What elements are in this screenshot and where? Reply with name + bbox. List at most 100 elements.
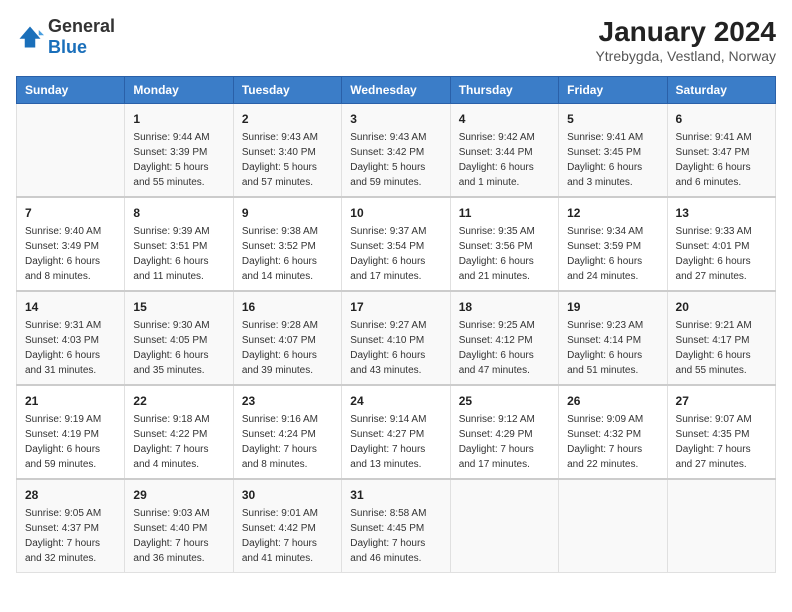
day-info: Sunrise: 9:40 AMSunset: 3:49 PMDaylight:… [25,224,116,284]
title-area: January 2024 Ytrebygda, Vestland, Norway [595,16,776,64]
sunrise: Sunrise: 9:35 AM [459,226,535,237]
sunset: Sunset: 3:45 PM [567,147,641,158]
sunrise: Sunrise: 9:37 AM [350,226,426,237]
daylight: Daylight: 6 hours and 59 minutes. [25,444,100,470]
day-cell: 4Sunrise: 9:42 AMSunset: 3:44 PMDaylight… [450,104,558,198]
day-number: 31 [350,486,441,504]
logo-icon [16,23,44,51]
header-row: Sunday Monday Tuesday Wednesday Thursday… [17,77,776,104]
day-number: 7 [25,204,116,222]
day-number: 27 [676,392,767,410]
sunset: Sunset: 3:59 PM [567,241,641,252]
day-info: Sunrise: 9:43 AMSunset: 3:42 PMDaylight:… [350,130,441,190]
day-cell: 21 Sunrise: 9:19 AM Sunset: 4:19 PM Dayligh… [17,385,125,479]
week-row-2: 14Sunrise: 9:31 AMSunset: 4:03 PMDayligh… [17,291,776,385]
daylight: Daylight: 7 hours and 17 minutes. [459,444,534,470]
sunset: Sunset: 4:32 PM [567,429,641,440]
sunrise: Sunrise: 9:25 AM [459,320,535,331]
daylight: Daylight: 6 hours and 31 minutes. [25,350,100,376]
sunset: Sunset: 3:56 PM [459,241,533,252]
daylight: Daylight: 6 hours and 1 minute. [459,162,534,188]
day-number: 30 [242,486,333,504]
day-cell: 9Sunrise: 9:38 AMSunset: 3:52 PMDaylight… [233,197,341,291]
daylight: Daylight: 6 hours and 17 minutes. [350,256,425,282]
sunrise: Sunrise: 9:03 AM [133,508,209,519]
day-info: Sunrise: 9:33 AMSunset: 4:01 PMDaylight:… [676,224,767,284]
logo-general: General [48,16,115,36]
logo-blue: Blue [48,37,87,57]
sunset: Sunset: 3:54 PM [350,241,424,252]
day-number: 8 [133,204,224,222]
day-number: 5 [567,110,658,128]
day-number: 23 [242,392,333,410]
day-info: Sunrise: 9:14 AMSunset: 4:27 PMDaylight:… [350,412,441,472]
day-info: Sunrise: 9:05 AMSunset: 4:37 PMDaylight:… [25,506,116,566]
day-cell: 16Sunrise: 9:28 AMSunset: 4:07 PMDayligh… [233,291,341,385]
day-info: Sunrise: 9:43 AMSunset: 3:40 PMDaylight:… [242,130,333,190]
day-cell [559,479,667,573]
daylight: Daylight: 6 hours and 55 minutes. [676,350,751,376]
daylight: Daylight: 6 hours and 24 minutes. [567,256,642,282]
sunrise: Sunrise: 9:42 AM [459,132,535,143]
day-cell: 22Sunrise: 9:18 AMSunset: 4:22 PMDayligh… [125,385,233,479]
day-number: 25 [459,392,550,410]
logo: General Blue [16,16,115,58]
sunrise: Sunrise: 9:09 AM [567,414,643,425]
daylight: Daylight: 6 hours and 47 minutes. [459,350,534,376]
day-cell [450,479,558,573]
sunset: Sunset: 4:45 PM [350,523,424,534]
sunset: Sunset: 4:22 PM [133,429,207,440]
sunset: Sunset: 4:29 PM [459,429,533,440]
daylight: Daylight: 6 hours and 3 minutes. [567,162,642,188]
logo-text: General Blue [48,16,115,58]
daylight: Daylight: 7 hours and 8 minutes. [242,444,317,470]
day-info: Sunrise: 9:21 AMSunset: 4:17 PMDaylight:… [676,318,767,378]
day-info: Sunrise: 9:01 AMSunset: 4:42 PMDaylight:… [242,506,333,566]
day-number: 1 [133,110,224,128]
day-info: Sunrise: 9:39 AMSunset: 3:51 PMDaylight:… [133,224,224,284]
day-info: Sunrise: 9:41 AMSunset: 3:47 PMDaylight:… [676,130,767,190]
day-cell: 3 Sunrise: 9:43 AMSunset: 3:42 PMDaylight… [342,104,450,198]
day-info: Sunrise: 9:34 AMSunset: 3:59 PMDaylight:… [567,224,658,284]
sunrise: Sunrise: 9:43 AM [350,132,426,143]
daylight: Daylight: 6 hours and 21 minutes. [459,256,534,282]
day-info: Sunrise: 9:23 AMSunset: 4:14 PMDaylight:… [567,318,658,378]
day-info: Sunrise: 9:35 AM Sunset: 3:56 PM Daylight:… [459,224,550,284]
day-info: Sunrise: 9:18 AMSunset: 4:22 PMDaylight:… [133,412,224,472]
sunset: Sunset: 3:51 PM [133,241,207,252]
sunrise: Sunrise: 9:33 AM [676,226,752,237]
day-info: Sunrise: 8:58 AMSunset: 4:45 PMDaylight:… [350,506,441,566]
sunrise: Sunrise: 9:14 AM [350,414,426,425]
day-info: Sunrise: 9:16 AMSunset: 4:24 PMDaylight:… [242,412,333,472]
daylight: Daylight: 5 hours and 55 minutes. [133,162,208,188]
day-number: 20 [676,298,767,316]
day-number: 24 [350,392,441,410]
sunset: Sunset: 4:19 PM [25,429,99,440]
day-number: 16 [242,298,333,316]
day-info: Sunrise: 9:03 AMSunset: 4:40 PMDaylight:… [133,506,224,566]
sunset: Sunset: 4:14 PM [567,335,641,346]
daylight: Daylight: 5 hours and 59 minutes. [350,162,425,188]
sunrise: Sunrise: 9:40 AM [25,226,101,237]
sunrise: Sunrise: 9:19 AM [25,414,101,425]
daylight: Daylight: 6 hours and 11 minutes. [133,256,208,282]
day-cell: 8 Sunrise: 9:39 AMSunset: 3:51 PMDaylight… [125,197,233,291]
day-cell: 5 Sunrise: 9:41 AM Sunset: 3:45 PM Daylight… [559,104,667,198]
day-number: 10 [350,204,441,222]
header-wednesday: Wednesday [342,77,450,104]
sunrise: Sunrise: 9:28 AM [242,320,318,331]
day-info: Sunrise: 9:25 AMSunset: 4:12 PMDaylight:… [459,318,550,378]
week-row-0: 1Sunrise: 9:44 AMSunset: 3:39 PMDaylight… [17,104,776,198]
sunset: Sunset: 4:05 PM [133,335,207,346]
day-number: 3 [350,110,441,128]
day-cell: 17Sunrise: 9:27 AMSunset: 4:10 PMDayligh… [342,291,450,385]
day-number: 21 [25,392,116,410]
sunrise: Sunrise: 9:43 AM [242,132,318,143]
sunrise: Sunrise: 9:05 AM [25,508,101,519]
day-number: 6 [676,110,767,128]
sunrise: Sunrise: 9:18 AM [133,414,209,425]
sunrise: Sunrise: 9:31 AM [25,320,101,331]
day-cell: 19Sunrise: 9:23 AMSunset: 4:14 PMDayligh… [559,291,667,385]
day-cell: 23 Sunrise: 9:16 AMSunset: 4:24 PMDayligh… [233,385,341,479]
sunrise: Sunrise: 9:41 AM [567,132,643,143]
